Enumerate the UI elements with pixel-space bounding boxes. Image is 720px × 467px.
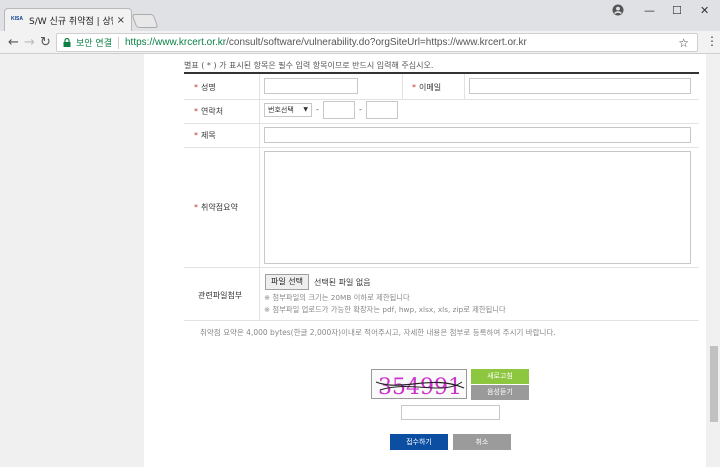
url-path: /consult/software/vulnerability.do?orgSi… — [226, 37, 527, 48]
row-divider — [259, 74, 260, 99]
email-field[interactable] — [469, 78, 691, 94]
summary-length-note: 취약점 요약은 4,000 bytes(한글 2,000자)이내로 적어주시고,… — [200, 328, 556, 337]
file-status-text: 선택된 파일 없음 — [314, 278, 371, 287]
summary-label-text: 취약점요약 — [201, 203, 238, 212]
page-background: 별표 ( * ) 가 표시된 항목은 필수 입력 항목이므로 반드시 입력해 주… — [0, 54, 720, 467]
scrollbar-thumb[interactable] — [710, 346, 718, 422]
url-host: https://www.krcert.or.kr — [124, 37, 227, 48]
reload-icon[interactable]: ↻ — [40, 36, 51, 49]
form-content: 별표 ( * ) 가 표시된 항목은 필수 입력 항목이므로 반드시 입력해 주… — [144, 54, 706, 467]
lock-icon — [63, 38, 71, 47]
required-notice: 별표 ( * ) 가 표시된 항목은 필수 입력 항목이므로 반드시 입력해 주… — [184, 61, 434, 70]
omnibox-divider — [117, 36, 119, 49]
tab-close-icon[interactable]: × — [117, 15, 125, 26]
contact-row: * 연락처 번호선택 ▼ - - — [184, 100, 699, 124]
minimize-icon[interactable]: — — [644, 4, 655, 17]
row-divider — [259, 268, 260, 320]
email-label-text: 이메일 — [419, 83, 442, 92]
attachment-label: 관련파일첨부 — [198, 291, 243, 300]
tab-title: S/W 신규 취약점 | 상담 — [29, 16, 113, 27]
forward-icon[interactable]: → — [24, 36, 35, 49]
phone-last-field[interactable] — [366, 101, 398, 119]
name-label: * 성명 — [184, 82, 259, 93]
required-mark: * — [194, 131, 198, 140]
captcha-audio-button[interactable]: 음성듣기 — [471, 385, 529, 400]
tab-bar: KISA S/W 신규 취약점 | 상담 × — ☐ ✕ — [0, 0, 720, 31]
kisa-favicon-icon: KISA — [11, 16, 23, 22]
star-icon[interactable]: ☆ — [678, 36, 689, 50]
phone-middle-field[interactable] — [323, 101, 355, 119]
file-size-hint: ※ 첨부파일의 크기는 20MB 이하로 제한됩니다 — [264, 293, 410, 302]
phone-prefix-select[interactable]: 번호선택 ▼ — [264, 103, 312, 117]
browser-tab[interactable]: KISA S/W 신규 취약점 | 상담 × — [4, 8, 132, 31]
new-tab-button[interactable] — [131, 14, 159, 28]
subject-field[interactable] — [264, 127, 691, 143]
cancel-button[interactable]: 취소 — [453, 434, 511, 450]
captcha-input[interactable] — [401, 405, 500, 420]
name-field[interactable] — [264, 78, 358, 94]
row-divider — [464, 74, 465, 99]
captcha-graphic: 354991 — [375, 375, 465, 398]
required-mark: * — [194, 83, 198, 92]
file-select-button[interactable]: 파일 선택 — [265, 274, 309, 290]
summary-label: * 취약점요약 — [184, 202, 259, 213]
row-divider — [259, 124, 260, 147]
name-label-text: 성명 — [201, 83, 216, 92]
maximize-icon[interactable]: ☐ — [672, 4, 682, 17]
summary-textarea[interactable] — [264, 151, 691, 264]
subject-label-text: 제목 — [201, 131, 216, 140]
address-bar[interactable]: 보안 연결 https://www.krcert.or.kr/consult/s… — [56, 33, 698, 52]
required-mark: * — [194, 203, 198, 212]
captcha-image: 354991 — [371, 369, 467, 399]
subject-row: * 제목 — [184, 124, 699, 148]
close-icon[interactable]: ✕ — [700, 4, 709, 17]
summary-row: * 취약점요약 — [184, 148, 699, 268]
email-label: * 이메일 — [402, 82, 468, 93]
file-extension-hint: ※ 첨부파일 업로드가 가능한 확장자는 pdf, hwp, xlsx, xls… — [264, 305, 506, 314]
browser-toolbar: ← → ↻ 보안 연결 https://www.krcert.or.kr/con… — [0, 31, 720, 54]
contact-label: * 연락처 — [184, 106, 259, 117]
menu-icon[interactable]: ⋮ — [706, 34, 718, 48]
submit-button[interactable]: 접수하기 — [390, 434, 448, 450]
required-mark: * — [194, 107, 198, 116]
phone-separator: - — [359, 105, 362, 114]
row-divider — [259, 100, 260, 123]
chevron-down-icon: ▼ — [303, 106, 308, 113]
account-icon[interactable] — [612, 4, 624, 16]
name-email-row: * 성명 * 이메일 — [184, 74, 699, 100]
row-divider — [259, 148, 260, 267]
secure-connection-label: 보안 연결 — [76, 39, 112, 49]
contact-label-text: 연락처 — [201, 107, 224, 116]
captcha-refresh-button[interactable]: 새로고침 — [471, 369, 529, 384]
phone-prefix-value: 번호선택 — [268, 106, 294, 114]
phone-separator: - — [316, 105, 319, 114]
subject-label: * 제목 — [184, 130, 259, 141]
attachment-row: 관련파일첨부 파일 선택 선택된 파일 없음 ※ 첨부파일의 크기는 20MB … — [184, 268, 699, 321]
required-mark: * — [412, 83, 416, 92]
back-icon[interactable]: ← — [8, 36, 19, 49]
